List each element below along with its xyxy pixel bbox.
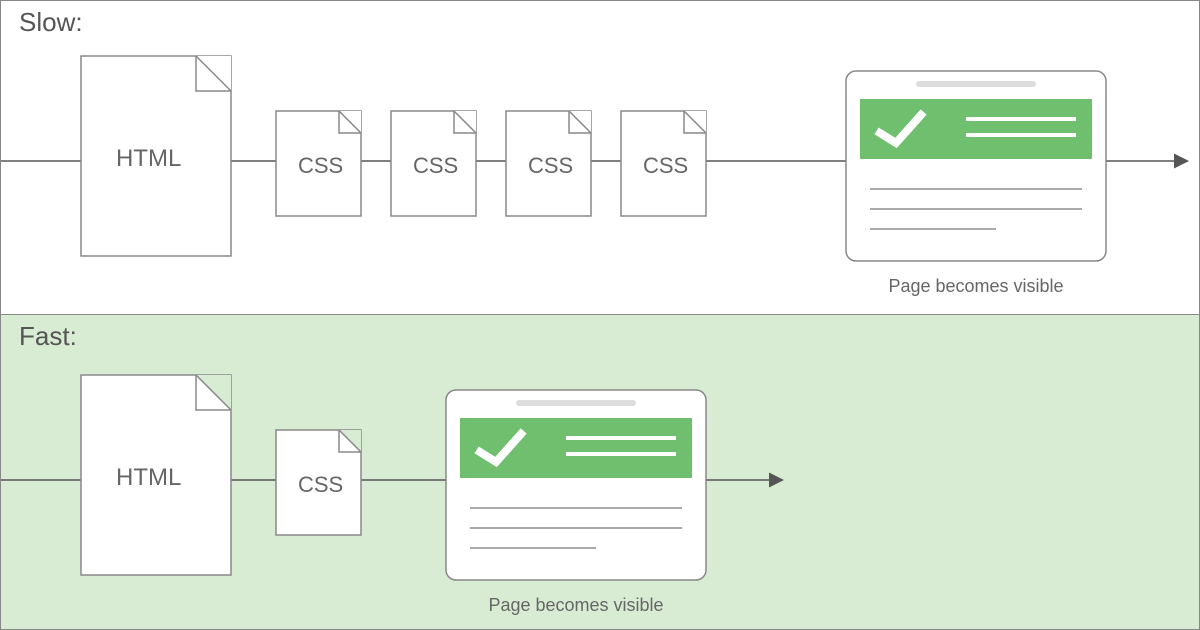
html-file-label: HTML — [116, 464, 181, 491]
css-file-icon: CSS — [276, 111, 361, 216]
css-file-label: CSS — [643, 153, 688, 178]
css-file-icon: CSS — [276, 430, 361, 535]
html-file-icon: HTML — [81, 56, 231, 256]
slow-caption: Page becomes visible — [846, 276, 1106, 297]
css-file-label: CSS — [298, 472, 343, 497]
css-file-label: CSS — [528, 153, 573, 178]
css-file-label: CSS — [413, 153, 458, 178]
slow-diagram: HTML CSS CSS CSS — [1, 1, 1200, 316]
browser-header — [860, 99, 1092, 159]
fast-row: Fast: HTML CSS — [0, 315, 1200, 630]
css-file-label: CSS — [298, 153, 343, 178]
browser-top-slot — [516, 400, 636, 406]
browser-header — [460, 418, 692, 478]
browser-top-slot — [916, 81, 1036, 87]
css-file-icon: CSS — [391, 111, 476, 216]
browser-icon — [846, 71, 1106, 261]
browser-icon — [446, 390, 706, 580]
html-file-icon: HTML — [81, 375, 231, 575]
slow-row: Slow: HTML CSS — [0, 0, 1200, 315]
css-file-icon: CSS — [621, 111, 706, 216]
fast-diagram: HTML CSS — [1, 315, 1200, 630]
css-file-icon: CSS — [506, 111, 591, 216]
fast-caption: Page becomes visible — [446, 595, 706, 616]
html-file-label: HTML — [116, 145, 181, 172]
